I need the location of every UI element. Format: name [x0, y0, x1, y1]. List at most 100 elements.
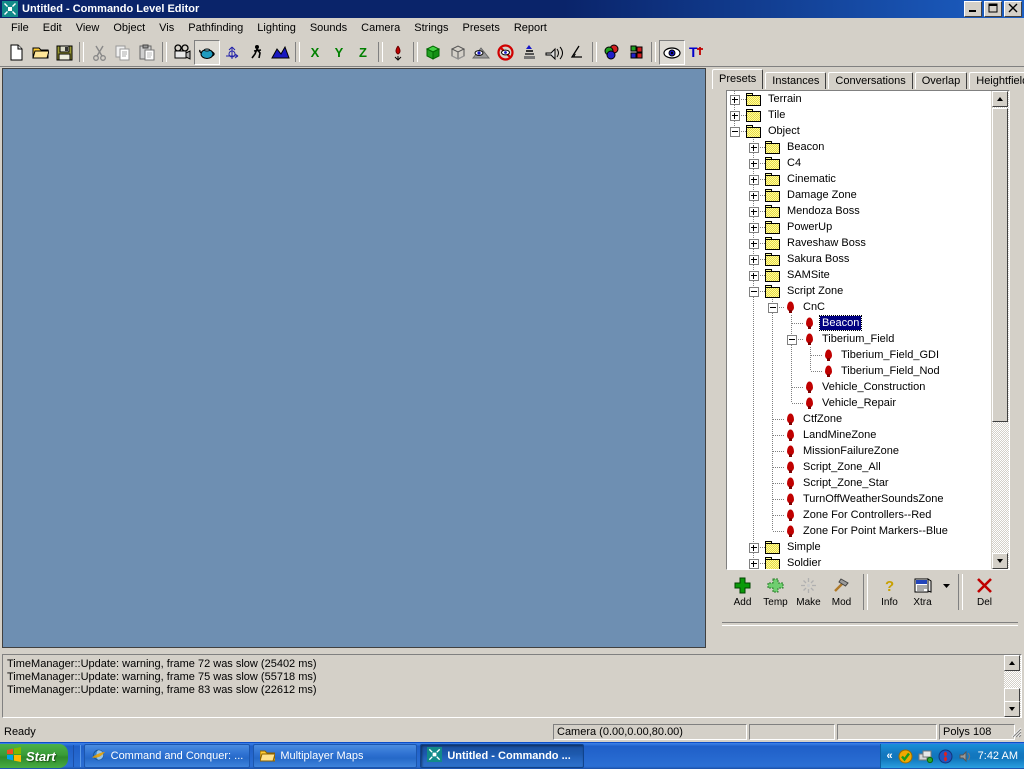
copy-button[interactable] — [111, 41, 135, 64]
menu-edit[interactable]: Edit — [36, 20, 69, 36]
tree-expand-icon[interactable] — [746, 267, 765, 283]
tree-item[interactable]: Vehicle_Construction — [727, 379, 992, 395]
tree-expand-icon[interactable] — [746, 203, 765, 219]
tree-item-label[interactable]: SAMSite — [785, 268, 832, 282]
tree-expand-icon[interactable] — [727, 91, 746, 107]
tree-expand-icon[interactable] — [746, 171, 765, 187]
tree-item[interactable]: Object — [727, 123, 992, 139]
menu-vis[interactable]: Vis — [152, 20, 181, 36]
tree-item[interactable]: Tile — [727, 107, 992, 123]
tree-expand-icon[interactable] — [746, 187, 765, 203]
tree-item[interactable]: Tiberium_Field — [727, 331, 992, 347]
tree-expand-icon[interactable] — [746, 219, 765, 235]
tree-item[interactable]: Beacon — [727, 139, 992, 155]
log-scroll-thumb[interactable] — [1004, 688, 1020, 702]
log-output-panel[interactable]: TimeManager::Update: warning, frame 72 w… — [2, 654, 1022, 718]
tree-item[interactable]: Cinematic — [727, 171, 992, 187]
tree-item[interactable]: Beacon — [727, 315, 992, 331]
preset-del-button[interactable]: Del — [968, 574, 1001, 618]
tree-item[interactable]: CnC — [727, 299, 992, 315]
preset-add-button[interactable]: Add — [726, 574, 759, 618]
level-viewport[interactable] — [2, 68, 706, 648]
presets-tree-rows[interactable]: TerrainTileObjectBeaconC4CinematicDamage… — [727, 91, 992, 569]
network-icon[interactable] — [918, 749, 933, 764]
menu-camera[interactable]: Camera — [354, 20, 407, 36]
viewport-canvas[interactable] — [3, 69, 705, 647]
tree-collapse-icon[interactable] — [746, 283, 765, 299]
tree-item-label[interactable]: Simple — [785, 540, 823, 554]
tab-instances[interactable]: Instances — [765, 72, 826, 89]
menu-view[interactable]: View — [69, 20, 107, 36]
sound-button[interactable] — [541, 41, 565, 64]
tree-item[interactable]: SAMSite — [727, 267, 992, 283]
tray-expand-button[interactable]: « — [887, 750, 893, 762]
tree-item-label[interactable]: C4 — [785, 156, 803, 170]
vis-button[interactable] — [469, 41, 493, 64]
preset-make-button[interactable]: Make — [792, 574, 825, 618]
menu-presets[interactable]: Presets — [456, 20, 507, 36]
tree-item-label[interactable]: Script Zone — [785, 284, 845, 298]
tree-item[interactable]: Damage Zone — [727, 187, 992, 203]
tree-item-label[interactable]: Damage Zone — [785, 188, 859, 202]
tree-item-label[interactable]: CtfZone — [801, 412, 844, 426]
tree-item[interactable]: LandMineZone — [727, 427, 992, 443]
log-scroll-up-button[interactable] — [1004, 655, 1020, 671]
log-scroll-down-button[interactable] — [1004, 701, 1020, 717]
tree-item-label[interactable]: PowerUp — [785, 220, 834, 234]
menu-report[interactable]: Report — [507, 20, 554, 36]
tree-item[interactable]: Script Zone — [727, 283, 992, 299]
scroll-down-button[interactable] — [992, 553, 1008, 569]
close-button[interactable] — [1004, 1, 1022, 17]
x-axis-button[interactable]: X — [303, 41, 327, 64]
tree-item[interactable]: Zone For Point Markers--Blue — [727, 523, 992, 539]
tree-item-label[interactable]: Soldier — [785, 556, 823, 569]
tree-expand-icon[interactable] — [746, 139, 765, 155]
tree-item-label[interactable]: Tiberium_Field_Nod — [839, 364, 942, 378]
menu-lighting[interactable]: Lighting — [250, 20, 303, 36]
scroll-up-button[interactable] — [992, 91, 1008, 107]
presets-tree-scrollbar[interactable] — [991, 91, 1009, 569]
log-scrollbar[interactable] — [1004, 655, 1021, 717]
minimize-button[interactable] — [964, 1, 982, 17]
wireframe-button[interactable] — [445, 41, 469, 64]
tree-expand-icon[interactable] — [746, 235, 765, 251]
preset-xtra-button[interactable]: Xtra — [906, 574, 939, 618]
tree-item-label[interactable]: Terrain — [766, 92, 804, 106]
drop-to-ground-button[interactable] — [386, 41, 410, 64]
tree-item[interactable]: Terrain — [727, 91, 992, 107]
terrain-button[interactable] — [268, 41, 292, 64]
menu-object[interactable]: Object — [106, 20, 152, 36]
object-mode-button[interactable] — [194, 40, 220, 65]
tree-collapse-icon[interactable] — [727, 123, 746, 139]
tree-expand-icon[interactable] — [727, 107, 746, 123]
preset-xtra-dropdown[interactable] — [939, 574, 953, 618]
tree-item-label[interactable]: Tile — [766, 108, 787, 122]
lightmap-button[interactable] — [624, 41, 648, 64]
tree-item[interactable]: Raveshaw Boss — [727, 235, 992, 251]
tree-item-label[interactable]: Cinematic — [785, 172, 838, 186]
tree-item[interactable]: Zone For Controllers--Red — [727, 507, 992, 523]
walk-mode-button[interactable] — [244, 41, 268, 64]
resize-grip-icon[interactable] — [1010, 726, 1022, 738]
cut-button[interactable] — [87, 41, 111, 64]
solid-render-button[interactable] — [421, 41, 445, 64]
tab-overlap[interactable]: Overlap — [915, 72, 968, 89]
material-button[interactable] — [600, 41, 624, 64]
tree-item[interactable]: C4 — [727, 155, 992, 171]
tree-item[interactable]: Soldier — [727, 555, 992, 569]
menu-strings[interactable]: Strings — [407, 20, 455, 36]
tree-item-label[interactable]: Mendoza Boss — [785, 204, 862, 218]
tree-item-label[interactable]: TurnOffWeatherSoundsZone — [801, 492, 945, 506]
tree-item-label[interactable]: Tiberium_Field — [820, 332, 896, 346]
tree-item[interactable]: Mendoza Boss — [727, 203, 992, 219]
tree-item-label[interactable]: Script_Zone_All — [801, 460, 883, 474]
maximize-button[interactable] — [984, 1, 1002, 17]
light-button[interactable] — [517, 41, 541, 64]
new-button[interactable] — [4, 41, 28, 64]
tree-item[interactable]: Script_Zone_All — [727, 459, 992, 475]
text-button[interactable]: T — [685, 41, 709, 64]
taskbar-item-commando[interactable]: Untitled - Commando ... — [420, 744, 584, 768]
y-axis-button[interactable]: Y — [327, 41, 351, 64]
tree-item-label[interactable]: Zone For Controllers--Red — [801, 508, 933, 522]
tree-item-label[interactable]: MissionFailureZone — [801, 444, 901, 458]
